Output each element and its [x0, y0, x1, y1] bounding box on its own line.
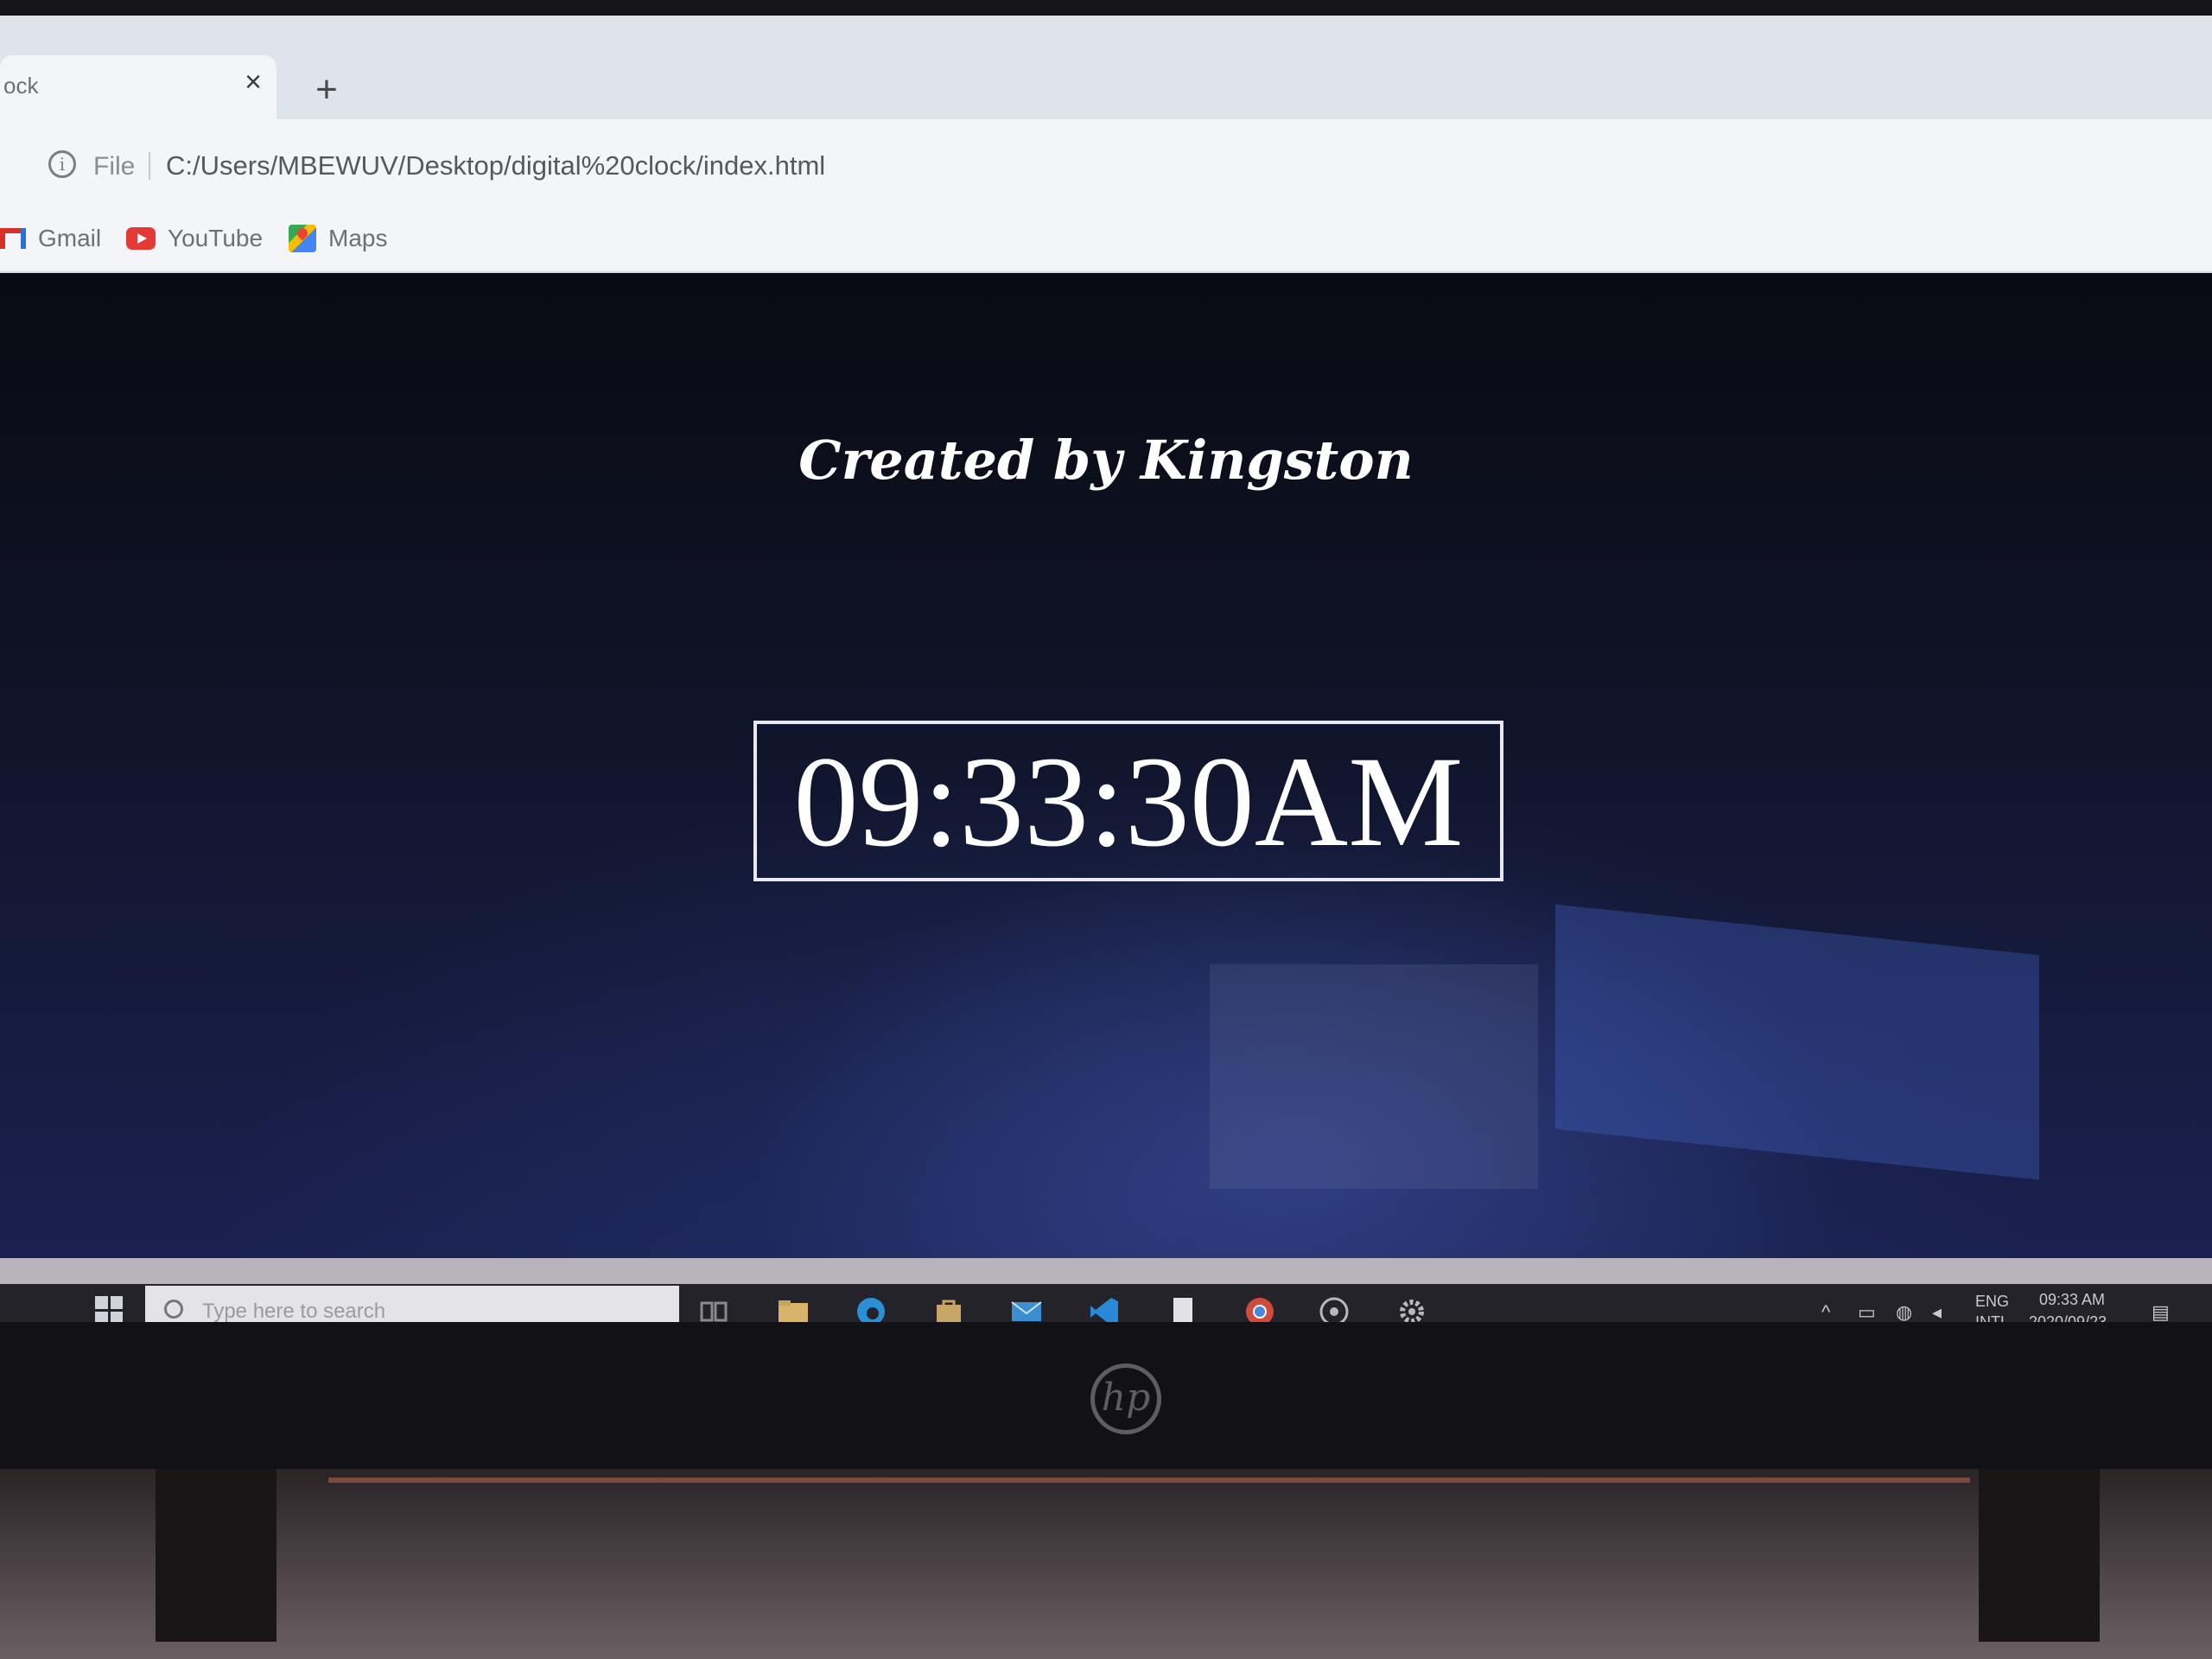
clock-page: Created by Kingston 09:33:30AM	[0, 273, 2212, 1258]
site-info-icon[interactable]: i	[48, 150, 76, 178]
hp-logo: hp	[1090, 1363, 1161, 1434]
gmail-icon	[0, 228, 26, 249]
digital-clock: 09:33:30AM	[753, 721, 1503, 881]
tray-language[interactable]: ENG	[1975, 1293, 2009, 1311]
address-separator	[149, 152, 150, 180]
search-icon	[164, 1300, 183, 1319]
credit-heading: Created by Kingston	[798, 429, 1414, 492]
notifications-icon[interactable]: ▤	[2152, 1301, 2170, 1324]
laptop-hinge	[0, 1469, 2212, 1659]
search-placeholder: Type here to search	[202, 1300, 386, 1323]
tray-clock-time[interactable]: 09:33 AM	[2039, 1291, 2105, 1309]
bookmark-label: Gmail	[38, 225, 102, 251]
bookmark-youtube[interactable]: YouTube	[126, 223, 263, 254]
bookmark-label: YouTube	[168, 225, 264, 251]
address-scheme-label[interactable]: File	[93, 152, 135, 181]
browser-tabstrip: ock × +	[0, 16, 2212, 119]
new-tab-button[interactable]: +	[308, 71, 346, 109]
address-bar-url[interactable]: C:/Users/MBEWUV/Desktop/digital%20clock/…	[166, 150, 825, 181]
maps-icon	[289, 225, 316, 252]
hinge-accent-line	[328, 1478, 1970, 1483]
hinge-right	[1979, 1469, 2100, 1642]
browser-toolbar: i File C:/Users/MBEWUV/Desktop/digital%2…	[0, 119, 2212, 206]
volume-icon[interactable]: ◂	[1932, 1301, 1942, 1324]
battery-icon[interactable]: ▭	[1858, 1301, 1876, 1324]
wallpaper-window-shape	[1210, 964, 1538, 1189]
windows-start-icon[interactable]	[95, 1296, 123, 1324]
tab-close-icon[interactable]: ×	[238, 67, 268, 97]
tray-chevron-up-icon[interactable]: ^	[1821, 1301, 1830, 1324]
network-globe-icon[interactable]: ◍	[1896, 1301, 1912, 1324]
browser-tab[interactable]: ock ×	[0, 55, 276, 119]
laptop-lower-bezel: hp	[0, 1322, 2212, 1469]
bookmarks-bar: Gmail YouTube Maps	[0, 206, 2212, 273]
clock-time: 09:33:30AM	[793, 730, 1464, 874]
laptop-screen: ock × + i File C:/Users/MBEWUV/Desktop/d…	[0, 16, 2212, 1338]
bookmark-label: Maps	[328, 225, 388, 251]
bookmark-gmail[interactable]: Gmail	[0, 223, 101, 254]
bookmark-maps[interactable]: Maps	[289, 223, 387, 254]
tab-title: ock	[3, 73, 39, 99]
youtube-icon	[126, 227, 156, 250]
hinge-left	[156, 1469, 276, 1642]
wallpaper-monitor-shape	[1555, 904, 2039, 1180]
